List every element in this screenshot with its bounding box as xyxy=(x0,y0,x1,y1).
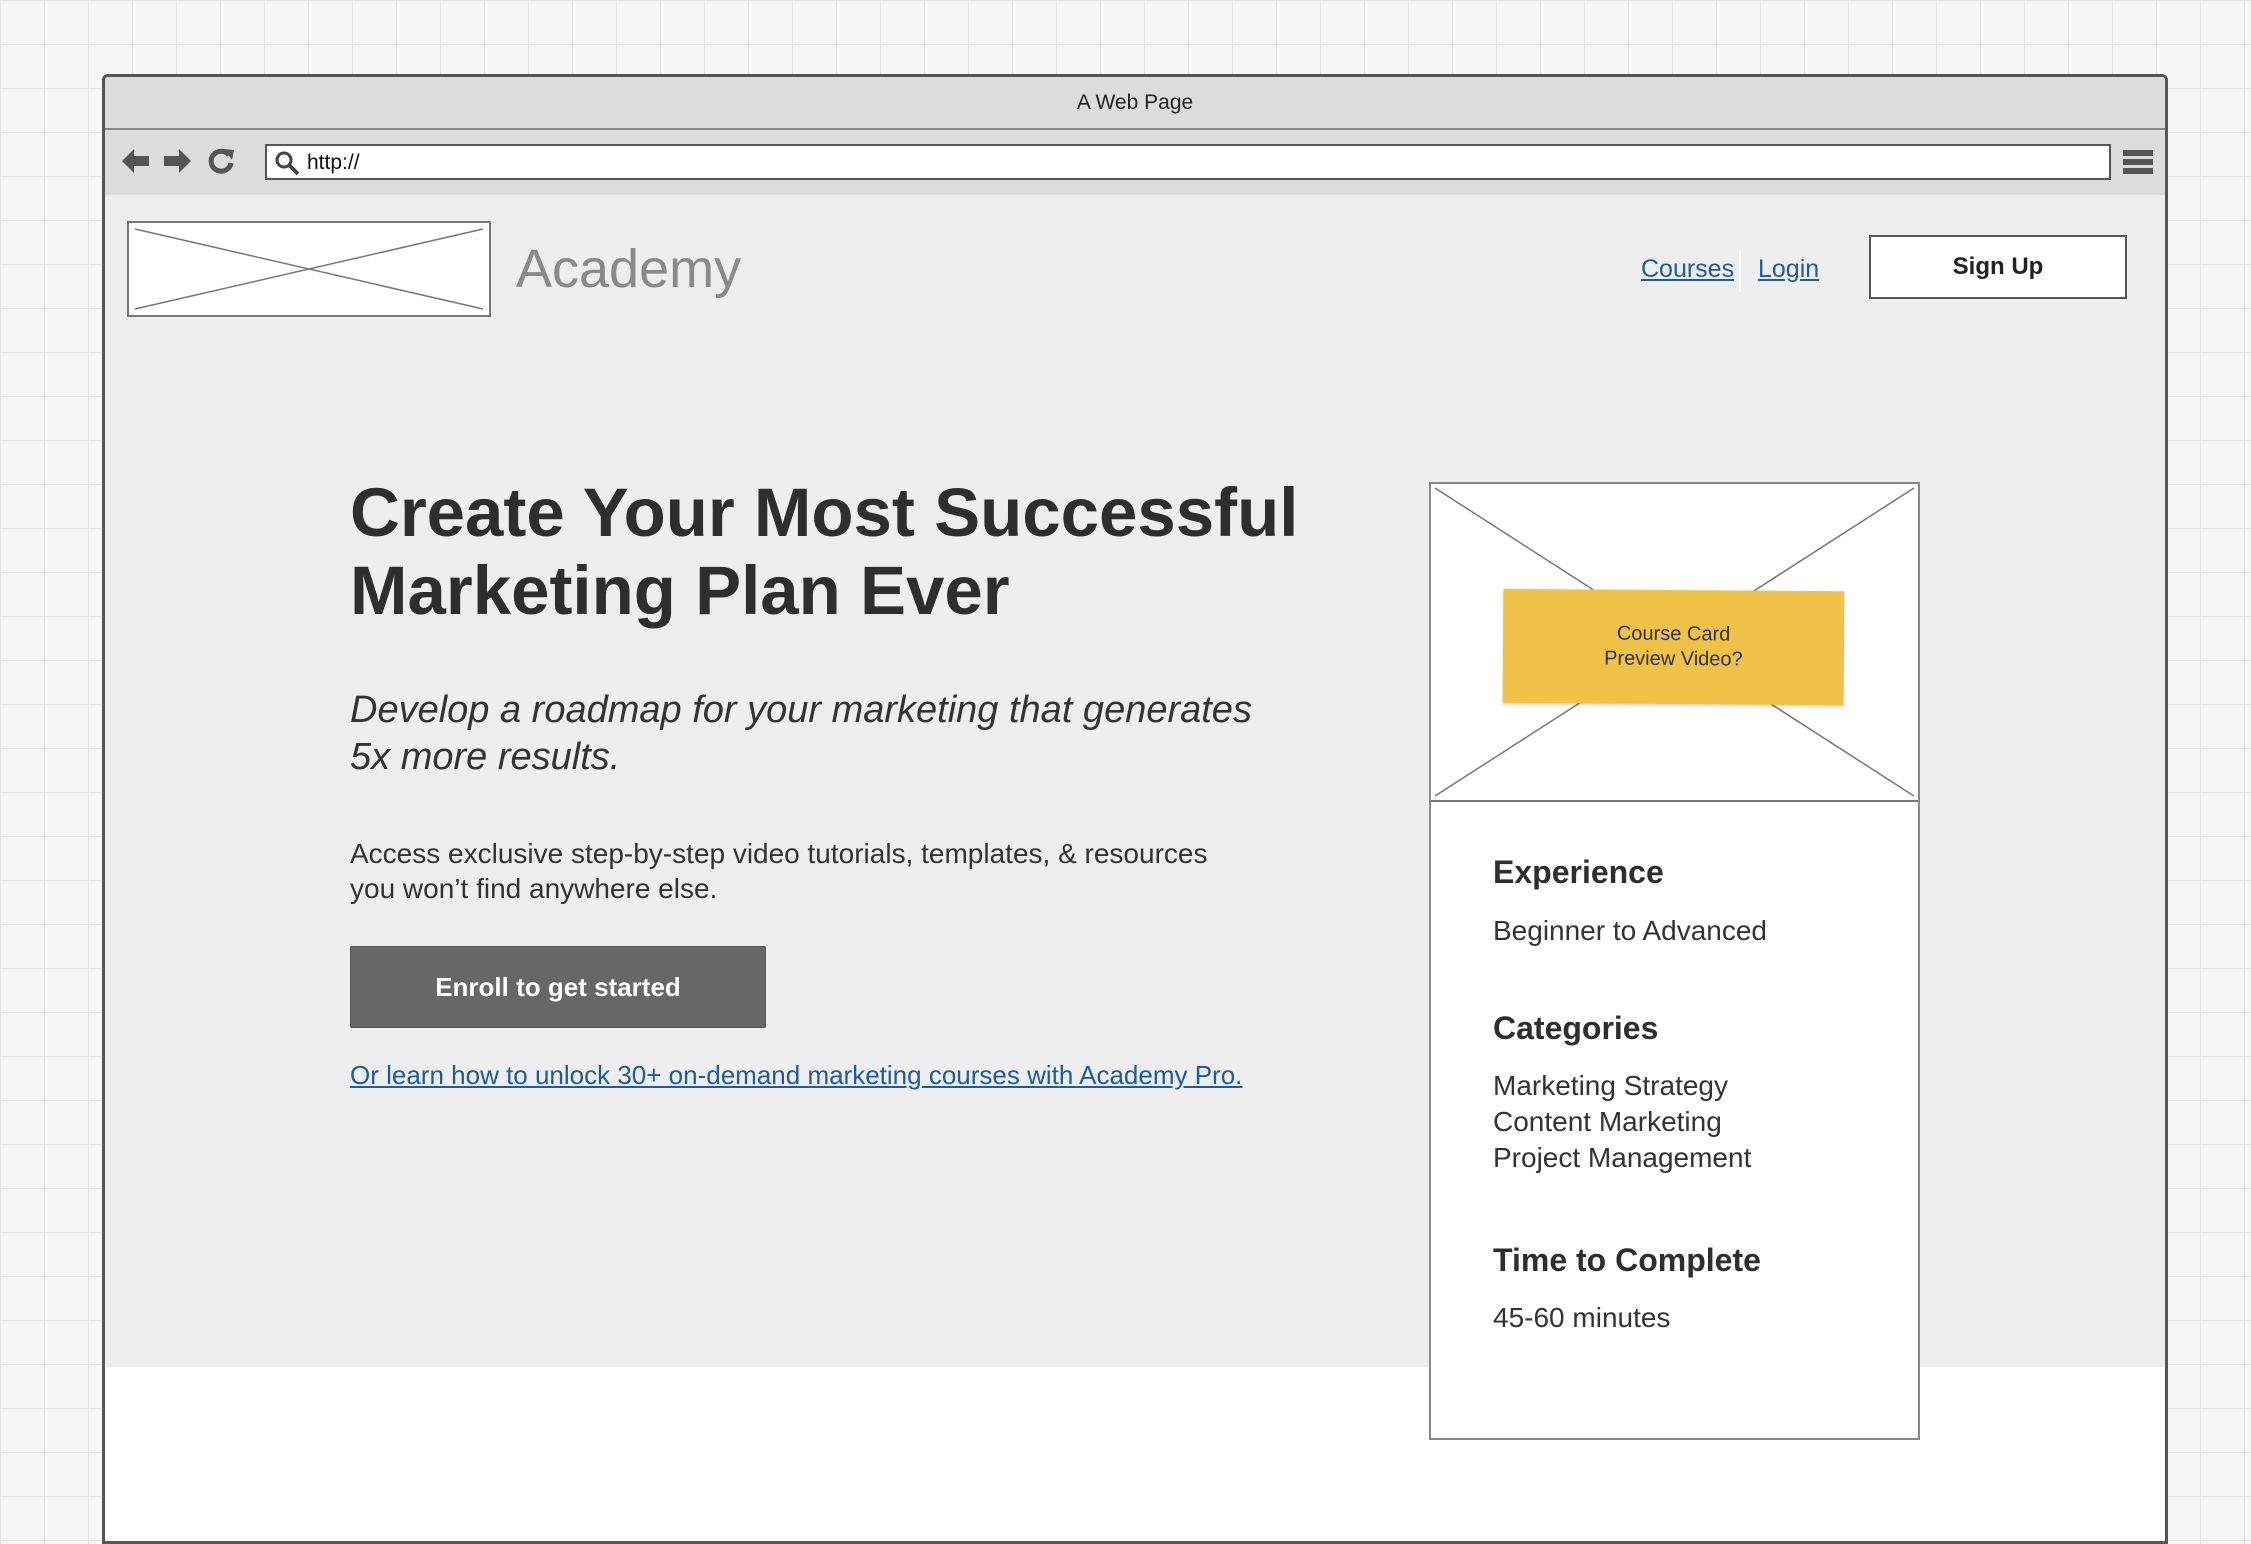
description-line: Access exclusive step-by-step video tuto… xyxy=(350,838,1208,869)
sticky-note: Course Card Preview Video? xyxy=(1502,588,1845,706)
categories-list: Marketing Strategy Content Marketing Pro… xyxy=(1493,1068,1751,1176)
time-value: 45-60 minutes xyxy=(1493,1300,1670,1336)
subhead-line: Develop a roadmap for your marketing tha… xyxy=(350,689,1252,731)
course-card: Course Card Preview Video? Experience Be… xyxy=(1429,482,1920,1440)
experience-level: Beginner to Advanced xyxy=(1493,915,1767,946)
headline-line: Create Your Most Successful xyxy=(350,474,1299,551)
nav-link-courses[interactable]: Courses xyxy=(1641,255,1734,284)
nav-link-login[interactable]: Login xyxy=(1758,255,1819,284)
search-icon xyxy=(275,151,300,176)
hero-subheading: Develop a roadmap for your marketing tha… xyxy=(350,687,1310,781)
hero-headline: Create Your Most Successful Marketing Pl… xyxy=(350,474,1310,630)
experience-heading: Experience xyxy=(1493,854,1664,890)
category-item: Marketing Strategy xyxy=(1493,1070,1728,1101)
subhead-line: 5x more results. xyxy=(350,736,621,778)
address-bar[interactable] xyxy=(265,144,2111,180)
academy-pro-link[interactable]: Or learn how to unlock 30+ on-demand mar… xyxy=(350,1060,1242,1091)
back-arrow-icon[interactable] xyxy=(119,144,153,178)
time-to-complete: 45-60 minutes xyxy=(1493,1302,1671,1333)
sign-up-button[interactable]: Sign Up xyxy=(1869,235,2127,299)
course-preview-placeholder[interactable]: Course Card Preview Video? xyxy=(1431,484,1918,802)
nav-separator xyxy=(1739,250,1741,292)
category-item: Content Marketing xyxy=(1493,1106,1722,1137)
headline-line: Marketing Plan Ever xyxy=(350,552,1010,629)
window-title: A Web Page xyxy=(1076,90,1194,114)
hamburger-menu-icon[interactable] xyxy=(2123,148,2153,176)
logo-placeholder xyxy=(127,221,491,317)
browser-toolbar xyxy=(105,130,2165,197)
enroll-button[interactable]: Enroll to get started xyxy=(350,946,766,1028)
brand-name: Academy xyxy=(516,239,742,299)
forward-arrow-icon[interactable] xyxy=(160,144,194,178)
sticky-note-line: Preview Video? xyxy=(1604,647,1743,671)
categories-heading: Categories xyxy=(1493,1010,1659,1046)
url-input[interactable] xyxy=(307,150,2087,176)
experience-value: Beginner to Advanced xyxy=(1493,913,1767,949)
category-item: Project Management xyxy=(1493,1142,1752,1173)
sticky-note-line: Course Card xyxy=(1616,622,1731,646)
window-titlebar: A Web Page xyxy=(105,77,2165,130)
hero-description: Access exclusive step-by-step video tuto… xyxy=(350,836,1310,906)
time-heading: Time to Complete xyxy=(1493,1242,1761,1278)
image-placeholder-icon xyxy=(134,228,484,310)
description-line: you won’t find anywhere else. xyxy=(350,873,718,904)
reload-icon[interactable] xyxy=(204,144,238,178)
